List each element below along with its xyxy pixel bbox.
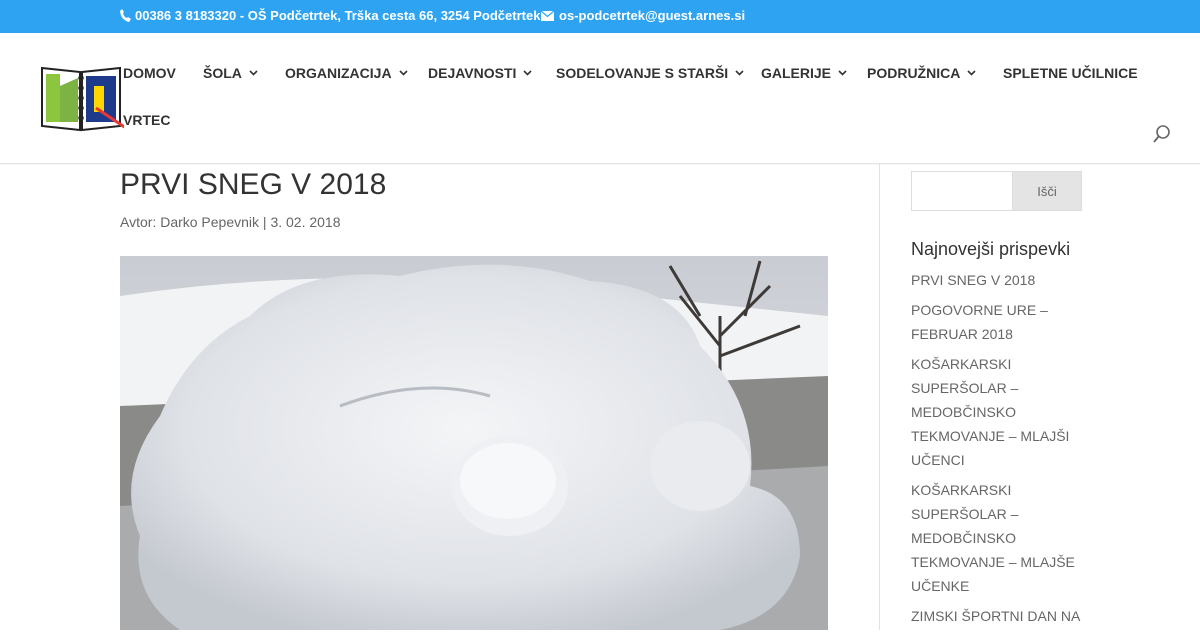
site-header: DOMOV ŠOLA ORGANIZACIJA DEJAVNOSTI SODEL… xyxy=(0,33,1200,164)
nav-item-sola[interactable]: ŠOLA xyxy=(203,65,258,81)
chevron-down-icon xyxy=(967,70,976,76)
phone-text: 00386 3 8183320 - OŠ Podčetrtek, Trška c… xyxy=(135,8,541,23)
contact-phone: 00386 3 8183320 - OŠ Podčetrtek, Trška c… xyxy=(120,8,540,23)
search-icon[interactable] xyxy=(1152,124,1172,144)
chevron-down-icon xyxy=(398,70,408,76)
envelope-icon xyxy=(541,10,554,21)
sidebar-divider xyxy=(879,164,880,630)
post-meta: Avtor: Darko Pepevnik | 3. 02. 2018 xyxy=(120,214,341,230)
email-link[interactable]: os-podcetrtek@guest.arnes.si xyxy=(559,8,745,23)
recent-post-link[interactable]: KOŠARKARSKI SUPERŠOLAR – MEDOBČINSKO TEK… xyxy=(911,478,1087,604)
chevron-down-icon xyxy=(523,70,533,76)
snow-sculpture-photo xyxy=(120,256,828,630)
nav-item-sodelovanje[interactable]: SODELOVANJE S STARŠI xyxy=(556,65,744,81)
phone-icon xyxy=(120,9,131,22)
nav-item-galerije[interactable]: GALERIJE xyxy=(761,65,847,81)
recent-post-link[interactable]: KOŠARKARSKI SUPERŠOLAR – MEDOBČINSKO TEK… xyxy=(911,352,1087,478)
post-featured-image[interactable] xyxy=(120,256,828,630)
nav-item-domov[interactable]: DOMOV xyxy=(123,65,176,81)
school-logo[interactable] xyxy=(40,64,124,132)
nav-item-organizacija[interactable]: ORGANIZACIJA xyxy=(285,65,408,81)
nav-item-dejavnosti[interactable]: DEJAVNOSTI xyxy=(428,65,533,81)
contact-email[interactable]: os-podcetrtek@guest.arnes.si xyxy=(541,8,745,23)
recent-posts-list: PRVI SNEG V 2018 POGOVORNE URE – FEBRUAR… xyxy=(911,268,1087,634)
nav-item-vrtec[interactable]: VRTEC xyxy=(123,112,170,128)
chevron-down-icon xyxy=(735,70,744,76)
recent-posts-title: Najnovejši prispevki xyxy=(911,239,1071,259)
top-bar: 00386 3 8183320 - OŠ Podčetrtek, Trška c… xyxy=(0,0,1200,33)
chevron-down-icon xyxy=(249,70,258,76)
recent-post-link[interactable]: PRVI SNEG V 2018 xyxy=(911,268,1087,298)
post-title[interactable]: PRVI SNEG V 2018 xyxy=(120,168,386,202)
sidebar-search-button[interactable]: Išči xyxy=(1012,171,1082,211)
nav-item-podruznica[interactable]: PODRUŽNICA xyxy=(867,65,976,81)
sidebar-search-input[interactable] xyxy=(911,171,1014,211)
recent-post-link[interactable]: POGOVORNE URE – FEBRUAR 2018 xyxy=(911,298,1087,352)
nav-item-spletne-ucilnice[interactable]: SPLETNE UČILNICE xyxy=(1003,65,1138,81)
chevron-down-icon xyxy=(838,70,847,76)
